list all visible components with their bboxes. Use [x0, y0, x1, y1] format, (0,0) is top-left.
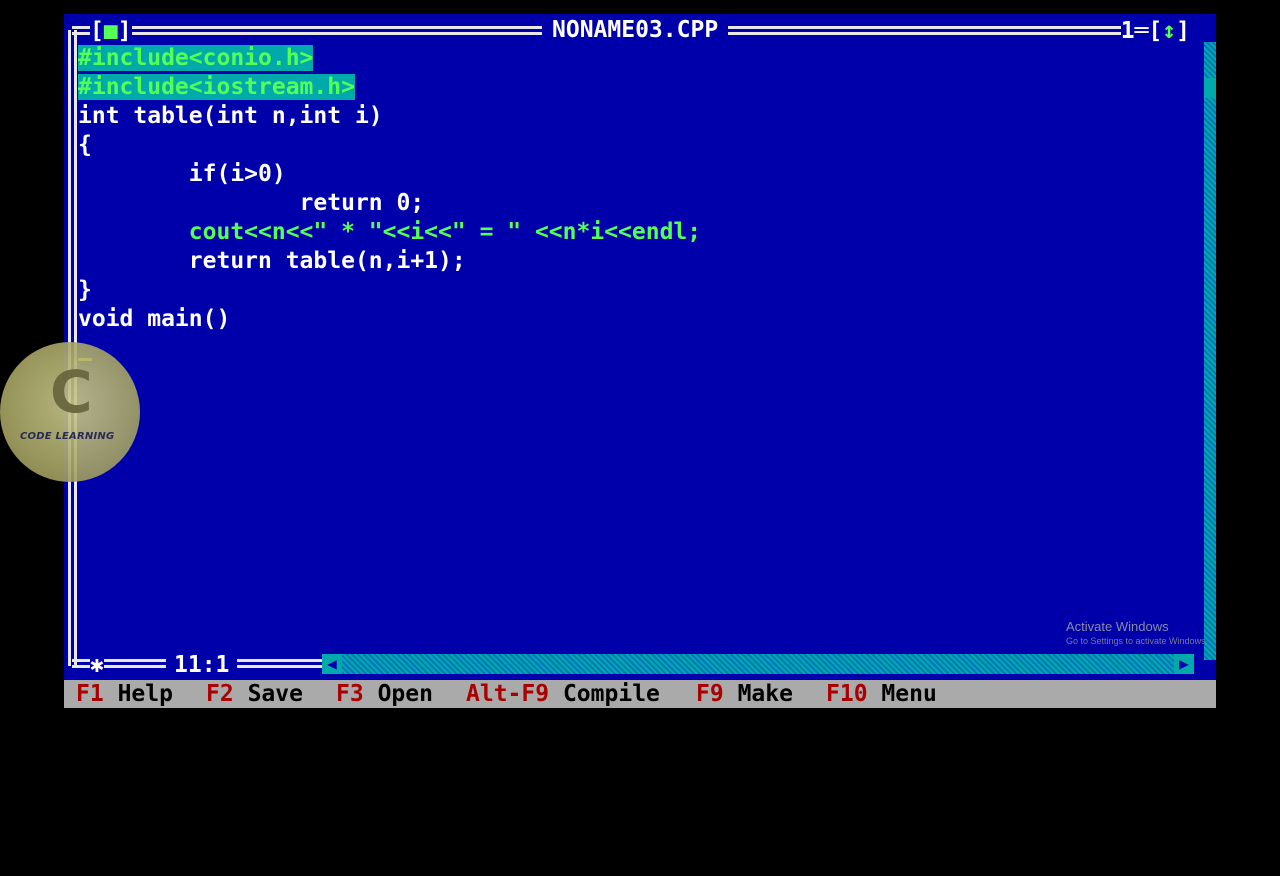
zoom-arrow-icon[interactable]: ↕ — [1162, 18, 1176, 44]
code-line-text: return table(n,i+1); — [78, 248, 466, 274]
code-line: return 0; — [78, 189, 701, 218]
code-line-text: #include<iostream.h> — [78, 74, 355, 100]
menu-label: Open — [377, 681, 433, 707]
menu-label: Compile — [562, 681, 660, 707]
menu-label: Save — [247, 681, 303, 707]
menu-label: Menu — [881, 681, 937, 707]
menu-key: F1 — [76, 681, 104, 707]
vertical-scrollbar[interactable] — [1204, 42, 1216, 660]
window-title: NONAME03.CPP — [542, 16, 729, 44]
code-line: cout<<n<<" * "<<i<<" = " <<n*i<<endl; — [78, 218, 701, 247]
menu-item-save[interactable]: F2 Save — [206, 680, 303, 708]
code-line-text: cout<<n<<" * "<<i<<" = " <<n*i<<endl; — [78, 219, 702, 245]
code-line: void main() — [78, 305, 701, 334]
watermark-text: CODE LEARNING — [20, 431, 115, 442]
menu-key: F10 — [826, 681, 868, 707]
scroll-left-arrow-icon[interactable]: ◀ — [322, 654, 342, 674]
activate-windows-hint: Go to Settings to activate Windows. — [1066, 636, 1209, 646]
code-line-text: int table(int n,int i) — [78, 103, 383, 129]
menu-key: F2 — [206, 681, 234, 707]
menu-item-open[interactable]: F3 Open — [336, 680, 433, 708]
code-area[interactable]: #include<conio.h> #include<iostream.h> i… — [78, 44, 701, 363]
code-line-text: void main() — [78, 306, 231, 332]
watermark-c-icon: C — [50, 358, 93, 426]
menu-key: F3 — [336, 681, 364, 707]
function-key-bar: F1 Help F2 Save F3 Open Alt-F9 Compile F… — [64, 680, 1216, 708]
code-line: #include<iostream.h> — [78, 73, 701, 102]
code-line-text: { — [78, 132, 92, 158]
editor-window: [■] NONAME03.CPP 1═[↕] ✱ 11:1 ◀ ▶ #inclu… — [64, 14, 1216, 708]
cursor-position: 11:1 — [166, 651, 238, 679]
window-number[interactable]: 1═[↕] — [1120, 17, 1190, 45]
menu-key: F9 — [696, 681, 724, 707]
code-line: } — [78, 276, 701, 305]
code-line-text: } — [78, 277, 92, 303]
code-line: int table(int n,int i) — [78, 102, 701, 131]
menu-key: Alt-F9 — [466, 681, 550, 707]
activate-windows-title: Activate Windows — [1066, 619, 1169, 634]
code-line: { — [78, 131, 701, 160]
menu-item-help[interactable]: F1 Help — [76, 680, 173, 708]
menu-item-menu[interactable]: F10 Menu — [826, 680, 937, 708]
close-box[interactable]: [■] — [90, 17, 132, 45]
horizontal-scrollbar[interactable] — [328, 654, 1186, 674]
menu-label: Make — [737, 681, 793, 707]
resize-handle-icon[interactable]: ✱ — [90, 651, 104, 679]
code-line: if(i>0) — [78, 160, 701, 189]
code-line: #include<conio.h> — [78, 44, 701, 73]
code-line-text: if(i>0) — [78, 161, 286, 187]
window-number-label: 1 — [1120, 18, 1135, 44]
menu-label: Help — [117, 681, 173, 707]
scroll-right-arrow-icon[interactable]: ▶ — [1174, 654, 1194, 674]
code-line-text: #include<conio.h> — [78, 45, 314, 71]
menu-item-make[interactable]: F9 Make — [696, 680, 793, 708]
code-line-text: return 0; — [78, 190, 425, 216]
code-line: return table(n,i+1); — [78, 247, 701, 276]
vertical-scroll-thumb[interactable] — [1204, 78, 1216, 98]
menu-item-compile[interactable]: Alt-F9 Compile — [466, 680, 660, 708]
